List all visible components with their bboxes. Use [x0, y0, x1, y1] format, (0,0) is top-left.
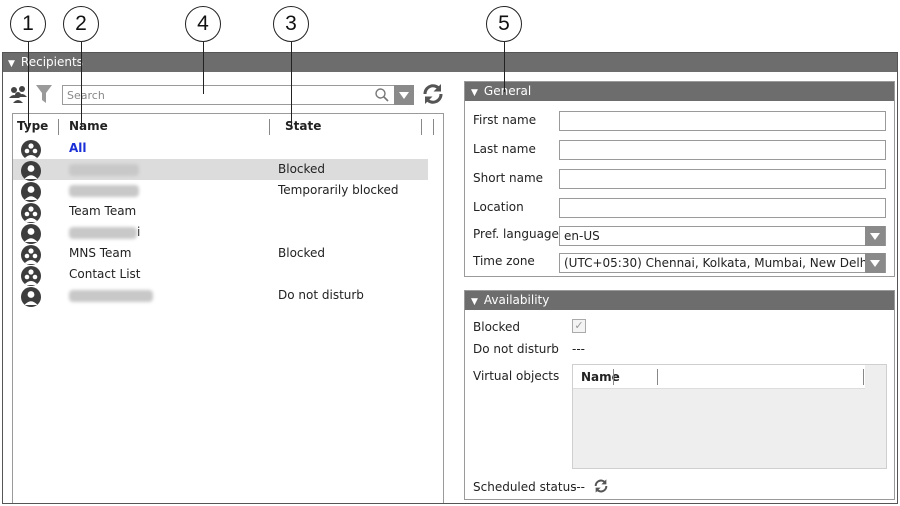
refresh-icon[interactable] [421, 82, 445, 106]
list-item[interactable]: Do not disturb [13, 285, 428, 307]
redacted-name [69, 163, 139, 176]
collapse-triangle-icon[interactable]: ▼ [471, 88, 478, 98]
list-item[interactable]: i [13, 222, 428, 244]
scheduled-status-label: Scheduled status [473, 480, 577, 494]
column-header-name[interactable]: Name [69, 119, 108, 133]
pref-language-select[interactable]: en-US [559, 226, 886, 246]
callout-2: 2 [63, 6, 99, 42]
callout-3: 3 [273, 6, 309, 42]
blocked-label: Blocked [473, 320, 521, 334]
location-field[interactable] [559, 198, 886, 218]
redacted-name [69, 226, 137, 239]
callout-3-leader [291, 42, 292, 126]
search-icon[interactable] [374, 87, 390, 103]
pref-language-label: Pref. language [473, 227, 559, 241]
scheduled-status-value: --- [572, 480, 585, 494]
time-zone-value: (UTC+05:30) Chennai, Kolkata, Mumbai, Ne… [564, 256, 871, 270]
column-separator[interactable] [269, 119, 270, 135]
list-item-name: MNS Team [69, 246, 132, 260]
search-input[interactable] [63, 86, 363, 104]
chevron-down-icon[interactable] [865, 226, 885, 246]
list-item[interactable]: Team Team [13, 201, 428, 223]
list-item[interactable]: Temporarily blocked [13, 180, 428, 202]
availability-panel-header[interactable]: ▼ Availability [465, 291, 894, 310]
location-label: Location [473, 200, 524, 214]
do-not-disturb-value: --- [572, 342, 585, 356]
chevron-down-icon[interactable] [865, 253, 885, 273]
do-not-disturb-label: Do not disturb [473, 342, 559, 356]
list-item[interactable]: Contact List [13, 264, 428, 286]
refresh-icon[interactable] [593, 478, 609, 494]
list-item-name [69, 162, 139, 176]
list-item-name: All [69, 141, 87, 155]
general-panel-header[interactable]: ▼ General [465, 82, 894, 101]
user-avatar-icon [21, 224, 41, 244]
callout-1: 1 [10, 6, 46, 42]
virtual-objects-grid-header: Name [573, 365, 865, 389]
short-name-label: Short name [473, 171, 544, 185]
last-name-label: Last name [473, 142, 536, 156]
short-name-field[interactable] [559, 169, 886, 189]
user-avatar-icon [21, 182, 41, 202]
group-avatar-icon [21, 266, 41, 286]
list-item-name-suffix: i [137, 225, 141, 239]
last-name-field[interactable] [559, 140, 886, 160]
user-avatar-icon [21, 287, 41, 307]
list-item-state: Do not disturb [278, 288, 364, 302]
first-name-label: First name [473, 113, 537, 127]
virtual-objects-label: Virtual objects [473, 369, 560, 383]
collapse-triangle-icon[interactable]: ▼ [471, 297, 478, 307]
column-separator[interactable] [421, 119, 422, 135]
list-item-state: Blocked [278, 246, 326, 260]
pref-language-value: en-US [564, 229, 600, 243]
recipients-list: Type Name State All Blocked Temporarily … [12, 113, 444, 503]
blocked-checkbox[interactable]: ✓ [572, 319, 586, 333]
recipients-title: Recipients [20, 55, 83, 69]
callout-4-leader [203, 42, 204, 94]
callout-4: 4 [185, 6, 221, 42]
user-avatar-icon [21, 161, 41, 181]
column-separator[interactable] [657, 369, 658, 385]
redacted-name [69, 289, 153, 302]
first-name-field[interactable] [559, 111, 886, 131]
group-avatar-icon [21, 203, 41, 223]
column-header-type[interactable]: Type [17, 119, 48, 133]
list-item-name: Contact List [69, 267, 141, 281]
callout-5: 5 [486, 6, 522, 42]
list-item[interactable]: All [13, 138, 428, 160]
search-box [62, 85, 395, 105]
list-item-name [69, 183, 139, 197]
recipients-window: ▼Recipients Type Name State All [2, 52, 898, 504]
availability-panel: ▼ Availability Blocked ✓ Do not disturb -… [464, 290, 895, 500]
redacted-name [69, 184, 139, 197]
list-item[interactable]: MNS Team Blocked [13, 243, 428, 265]
group-avatar-icon [21, 245, 41, 265]
column-separator[interactable] [433, 119, 434, 135]
filter-icon[interactable] [35, 84, 53, 104]
callout-1-leader [28, 42, 29, 126]
list-item-state: Temporarily blocked [278, 183, 399, 197]
time-zone-label: Time zone [473, 254, 535, 268]
collapse-triangle-icon[interactable]: ▼ [8, 59, 15, 69]
list-item-name: Team Team [69, 204, 137, 218]
general-panel: ▼ General First name Last name Short name… [464, 81, 895, 277]
search-dropdown-button[interactable] [394, 85, 414, 105]
callout-2-leader [81, 42, 82, 126]
callout-5-leader [504, 42, 505, 92]
list-item-state: Blocked [278, 162, 326, 176]
column-separator[interactable] [613, 369, 614, 385]
list-item-name [69, 288, 153, 302]
column-separator[interactable] [58, 119, 59, 135]
availability-title: Availability [483, 293, 550, 307]
group-avatar-icon [21, 140, 41, 160]
column-separator[interactable] [863, 369, 864, 385]
list-item[interactable]: Blocked [13, 159, 428, 181]
time-zone-select[interactable]: (UTC+05:30) Chennai, Kolkata, Mumbai, Ne… [559, 253, 886, 273]
general-title: General [483, 84, 532, 98]
list-item-name: i [69, 225, 140, 239]
virtual-objects-grid[interactable]: Name [572, 364, 887, 469]
group-icon[interactable] [7, 83, 29, 105]
recipients-title-bar[interactable]: ▼ Recipients [3, 53, 897, 72]
